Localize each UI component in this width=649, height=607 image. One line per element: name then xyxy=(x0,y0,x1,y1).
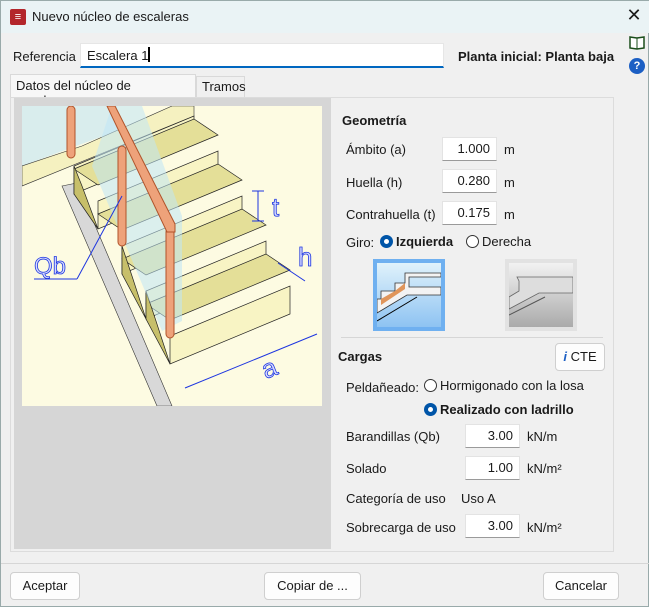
izquierda-label: Izquierda xyxy=(396,234,454,249)
info-icon: i xyxy=(563,349,567,364)
sobrecarga-unit: kN/m² xyxy=(527,520,562,535)
contrahuella-input[interactable]: 0.175 xyxy=(442,201,497,225)
text-caret xyxy=(148,47,151,62)
ambito-input[interactable]: 1.000 xyxy=(442,137,497,161)
footer-divider xyxy=(1,563,649,564)
ambito-unit: m xyxy=(504,142,515,157)
barandillas-label: Barandillas (Qb) xyxy=(346,429,440,444)
huella-label: Huella (h) xyxy=(346,175,403,190)
book-icon[interactable] xyxy=(628,34,646,50)
solado-label: Solado xyxy=(346,461,387,476)
window-title: Nuevo núcleo de escaleras xyxy=(32,9,189,24)
planta-inicial: Planta inicial: Planta baja xyxy=(458,49,615,64)
stair-illustration: t h a Qb xyxy=(22,106,322,406)
title-bar: ≡ Nuevo núcleo de escaleras ✕ xyxy=(1,1,649,33)
categoria-label: Categoría de uso xyxy=(346,491,446,506)
huella-input[interactable]: 0.280 xyxy=(442,169,497,193)
illustration-panel: t h a Qb xyxy=(14,98,331,549)
geometria-title: Geometría xyxy=(342,113,407,128)
giro-derecha-radio[interactable]: Derecha xyxy=(466,234,531,249)
giro-izquierda-image-button[interactable] xyxy=(373,259,445,331)
sobrecarga-input[interactable]: 3.00 xyxy=(465,514,520,538)
sobrecarga-label: Sobrecarga de uso xyxy=(346,520,456,535)
label-qb: Qb xyxy=(34,253,66,280)
ladrillo-label: Realizado con ladrillo xyxy=(440,402,574,417)
tab-tramos[interactable]: Tramos xyxy=(196,76,246,97)
contrahuella-unit: m xyxy=(504,207,515,222)
ladrillo-radio[interactable]: Realizado con ladrillo xyxy=(424,402,574,417)
cargas-title: Cargas xyxy=(338,349,383,364)
ambito-label: Ámbito (a) xyxy=(346,142,406,157)
derecha-label: Derecha xyxy=(482,234,532,249)
giro-izquierda-radio[interactable]: Izquierda xyxy=(380,234,453,249)
cte-label: CTE xyxy=(570,349,597,364)
giro-label: Giro: xyxy=(346,235,375,250)
divider xyxy=(341,337,603,338)
stair-right-icon xyxy=(508,276,574,316)
accept-button[interactable]: Aceptar xyxy=(10,572,80,600)
giro-derecha-image-button[interactable] xyxy=(505,259,577,331)
contrahuella-label: Contrahuella (t) xyxy=(346,207,436,222)
cte-button[interactable]: i CTE xyxy=(555,343,605,371)
label-h: h xyxy=(298,242,312,272)
cancel-button[interactable]: Cancelar xyxy=(543,572,619,600)
categoria-value: Uso A xyxy=(461,491,496,506)
copy-from-button[interactable]: Copiar de ... xyxy=(264,572,361,600)
radio-icon xyxy=(466,235,479,248)
tab-datos[interactable]: Datos del núcleo de escaleras xyxy=(10,74,196,108)
barandillas-unit: kN/m xyxy=(527,429,558,444)
huella-unit: m xyxy=(504,175,515,190)
solado-input[interactable]: 1.00 xyxy=(465,456,520,480)
radio-selected-icon xyxy=(380,235,393,248)
help-icon[interactable]: ? xyxy=(629,58,645,74)
radio-icon xyxy=(424,379,437,392)
radio-selected-icon xyxy=(424,403,437,416)
hormigonado-radio[interactable]: Hormigonado con la losa xyxy=(424,378,584,393)
close-icon[interactable]: ✕ xyxy=(623,5,645,26)
reference-value: Escalera 1 xyxy=(87,48,149,63)
hormigonado-label: Hormigonado con la losa xyxy=(440,378,584,393)
reference-label: Referencia xyxy=(13,49,76,64)
solado-unit: kN/m² xyxy=(527,461,562,476)
app-icon: ≡ xyxy=(10,9,26,25)
stair-left-icon xyxy=(376,272,442,322)
reference-input[interactable]: Escalera 1 xyxy=(80,43,444,68)
peldaneado-label: Peldañeado: xyxy=(346,380,420,395)
barandillas-input[interactable]: 3.00 xyxy=(465,424,520,448)
label-t: t xyxy=(272,192,280,222)
